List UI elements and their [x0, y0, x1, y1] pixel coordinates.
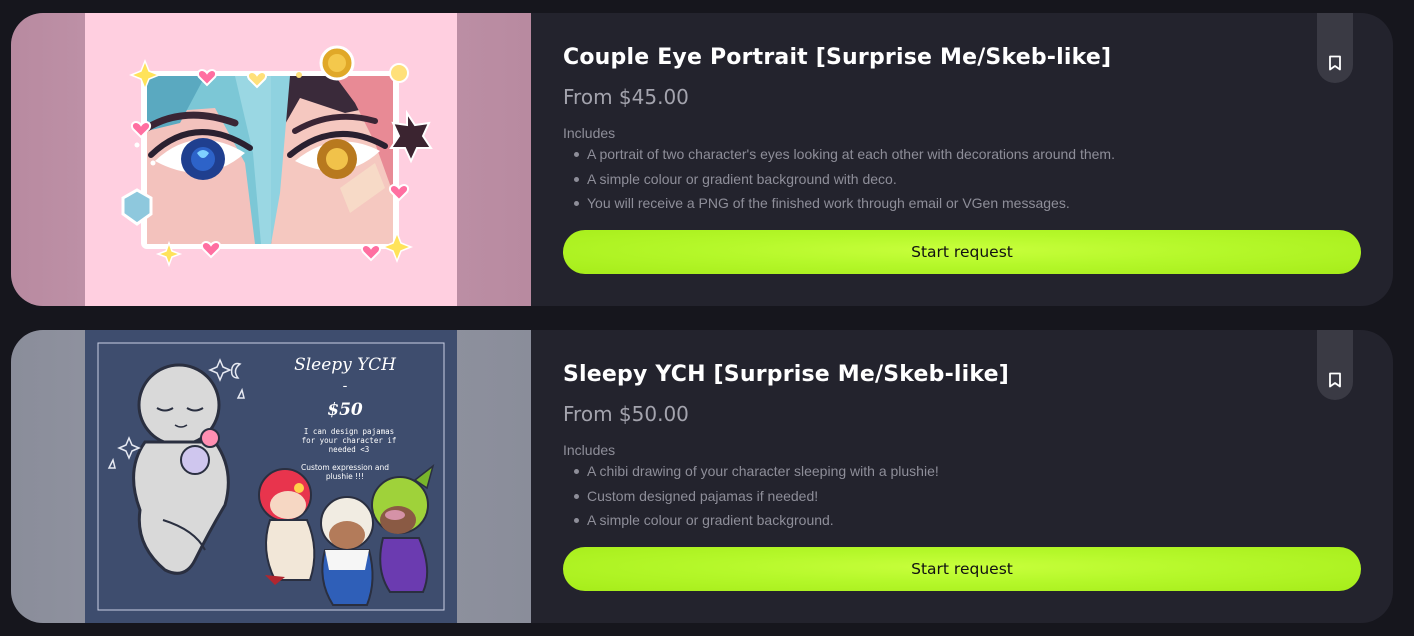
- includes-item: Custom designed pajamas if needed!: [563, 484, 939, 509]
- commission-thumbnail[interactable]: Sleepy YCH - $50 I can design pajamas fo…: [11, 330, 531, 623]
- bookmark-button[interactable]: [1317, 13, 1353, 83]
- sleepy-ych-artwork: Sleepy YCH - $50 I can design pajamas fo…: [85, 330, 457, 623]
- commission-card: Sleepy YCH - $50 I can design pajamas fo…: [11, 330, 1393, 623]
- includes-label: Includes: [563, 125, 616, 141]
- includes-item: A simple colour or gradient background w…: [563, 167, 1115, 192]
- commission-price: From $45.00: [563, 85, 689, 109]
- includes-item: You will receive a PNG of the finished w…: [563, 191, 1115, 216]
- artwork-note-line: I can design pajamas: [304, 427, 394, 436]
- artwork-heading: Sleepy YCH: [294, 355, 397, 375]
- couple-eye-portrait-artwork: [85, 13, 457, 306]
- includes-list: A portrait of two character's eyes looki…: [563, 142, 1115, 216]
- artwork-note-line: plushie !!!: [326, 472, 364, 481]
- bookmark-icon: [1329, 372, 1341, 388]
- bookmark-icon: [1329, 55, 1341, 71]
- commission-info: Couple Eye Portrait [Surprise Me/Skeb-li…: [563, 13, 1361, 306]
- artwork-note-line: needed <3: [329, 445, 370, 454]
- artwork-note-line: for your character if: [302, 436, 397, 445]
- includes-item: A chibi drawing of your character sleepi…: [563, 459, 939, 484]
- artwork-note-line: Custom expression and: [301, 463, 389, 472]
- includes-list: A chibi drawing of your character sleepi…: [563, 459, 939, 533]
- includes-item: A portrait of two character's eyes looki…: [563, 142, 1115, 167]
- artwork-dash: -: [343, 378, 348, 394]
- start-request-button[interactable]: Start request: [563, 547, 1361, 591]
- commission-title[interactable]: Couple Eye Portrait [Surprise Me/Skeb-li…: [563, 45, 1111, 70]
- commission-list: Couple Eye Portrait [Surprise Me/Skeb-li…: [0, 0, 1414, 636]
- start-request-button[interactable]: Start request: [563, 230, 1361, 274]
- commission-thumbnail[interactable]: [11, 13, 531, 306]
- commission-info: Sleepy YCH [Surprise Me/Skeb-like] From …: [563, 330, 1361, 623]
- includes-item: A simple colour or gradient background.: [563, 508, 939, 533]
- bookmark-button[interactable]: [1317, 330, 1353, 400]
- artwork-price: $50: [327, 400, 363, 420]
- commission-price: From $50.00: [563, 402, 689, 426]
- includes-label: Includes: [563, 442, 616, 458]
- commission-card: Couple Eye Portrait [Surprise Me/Skeb-li…: [11, 13, 1393, 306]
- commission-title[interactable]: Sleepy YCH [Surprise Me/Skeb-like]: [563, 362, 1009, 387]
